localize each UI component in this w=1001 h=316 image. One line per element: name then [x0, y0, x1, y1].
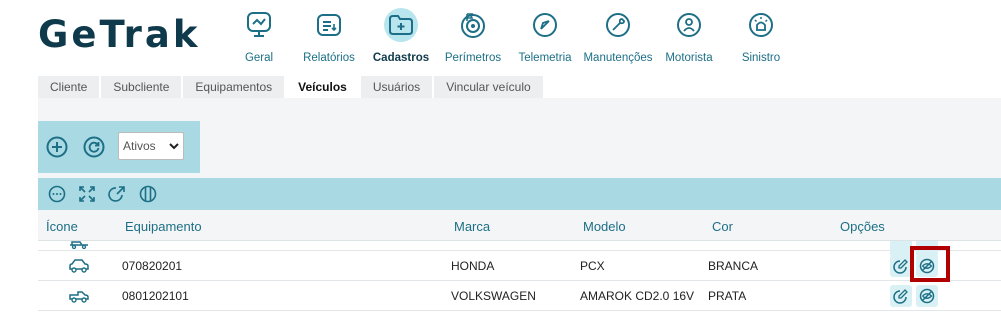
- app-header: GeTrak Geral Relatórios Cadastros Períme…: [0, 0, 1001, 74]
- nav-relatorios[interactable]: Relatórios: [302, 8, 356, 70]
- nav-label: Perímetros: [444, 52, 502, 64]
- column-header-opcoes: Opções: [840, 219, 885, 234]
- nav-geral[interactable]: Geral: [240, 8, 278, 70]
- refresh-icon: [83, 136, 105, 158]
- table-row[interactable]: 0801202101 VOLKSWAGEN AMAROK CD2.0 16V P…: [38, 281, 1001, 311]
- column-header-equipamento[interactable]: Equipamento: [125, 219, 202, 234]
- table-body: 070820201 HONDA PCX BRANCA 0801202101 VO…: [38, 241, 1001, 316]
- status-select-value: Ativos: [123, 139, 156, 153]
- highlight-box: [910, 246, 950, 282]
- wrench-icon: [601, 8, 635, 42]
- column-header-marca[interactable]: Marca: [454, 219, 490, 234]
- tab-cliente[interactable]: Cliente: [38, 76, 100, 98]
- nav-label: Telemetria: [518, 52, 572, 64]
- chevron-down-icon: [169, 143, 179, 150]
- edit-button[interactable]: [890, 285, 912, 307]
- expand-button[interactable]: [78, 185, 96, 203]
- nav-label: Manutenções: [583, 52, 653, 64]
- nav-label: Relatórios: [303, 52, 355, 64]
- cell-marca: HONDA: [451, 259, 495, 273]
- cell-cor: BRANCA: [708, 259, 759, 273]
- table-row[interactable]: 070820201 HONDA PCX BRANCA: [38, 251, 1001, 281]
- target-icon: [456, 8, 490, 42]
- tab-equipamentos[interactable]: Equipamentos: [183, 76, 285, 98]
- cell-modelo: PCX: [580, 259, 605, 273]
- more-dots-icon: [48, 185, 66, 203]
- deactivate-button[interactable]: [916, 285, 938, 307]
- table-header: Ícone Equipamento Marca Modelo Cor Opçõe…: [38, 213, 1001, 241]
- nav-label: Geral: [244, 52, 274, 64]
- columns-button[interactable]: [139, 185, 157, 203]
- grid-toolbar: [38, 178, 1001, 210]
- nav-label: Cadastros: [372, 52, 430, 64]
- table-row-partial: [38, 241, 1001, 257]
- expand-icon: [79, 186, 95, 202]
- car-icon: [69, 259, 89, 273]
- alarm-icon: [744, 8, 778, 42]
- actions-toolbar: Ativos: [38, 121, 200, 173]
- plus-circle-icon: [46, 136, 68, 158]
- more-options-button[interactable]: [48, 185, 66, 203]
- external-link-icon: [108, 186, 125, 202]
- nav-manutencoes[interactable]: Manutenções: [582, 8, 654, 70]
- logo: GeTrak: [38, 13, 201, 56]
- edit-icon: [893, 289, 908, 304]
- cell-cor: PRATA: [708, 289, 747, 303]
- export-button[interactable]: [108, 185, 126, 203]
- nav-perimetros[interactable]: Perímetros: [444, 8, 502, 70]
- monitor-chart-icon: [242, 8, 276, 42]
- edit-button[interactable]: [890, 255, 912, 277]
- tab-vincular-veiculo[interactable]: Vincular veículo: [434, 76, 543, 98]
- edit-icon: [893, 259, 908, 274]
- add-button[interactable]: [45, 135, 69, 159]
- tab-usuarios[interactable]: Usuários: [360, 76, 433, 98]
- nav-sinistro[interactable]: Sinistro: [738, 8, 784, 70]
- nav-telemetria[interactable]: Telemetria: [516, 8, 574, 70]
- cell-equipamento: 070820201: [122, 259, 183, 273]
- tab-veiculos[interactable]: Veículos: [286, 76, 359, 98]
- cell-equipamento: 0801202101: [122, 289, 189, 303]
- nav-label: Sinistro: [741, 52, 781, 64]
- gauge-icon: [528, 8, 562, 42]
- tab-subcliente[interactable]: Subcliente: [101, 76, 182, 98]
- folder-plus-icon: [384, 8, 418, 42]
- column-header-cor[interactable]: Cor: [712, 219, 733, 234]
- cell-modelo: AMAROK CD2.0 16V: [580, 289, 695, 303]
- status-select[interactable]: Ativos: [118, 132, 184, 160]
- column-header-icone[interactable]: Ícone: [46, 219, 78, 234]
- report-list-icon: [312, 8, 346, 42]
- cell-marca: VOLKSWAGEN: [451, 289, 536, 303]
- refresh-button[interactable]: [82, 135, 106, 159]
- tab-bar: Cliente Subcliente Equipamentos Veículos…: [38, 76, 543, 98]
- nav-label: Motorista: [665, 52, 713, 64]
- column-header-modelo[interactable]: Modelo: [583, 219, 626, 234]
- driver-icon: [672, 8, 706, 42]
- columns-icon: [139, 185, 157, 203]
- eye-off-icon: [919, 288, 935, 304]
- pickup-icon: [69, 291, 89, 303]
- nav-cadastros[interactable]: Cadastros: [372, 8, 430, 70]
- nav-motorista[interactable]: Motorista: [662, 8, 716, 70]
